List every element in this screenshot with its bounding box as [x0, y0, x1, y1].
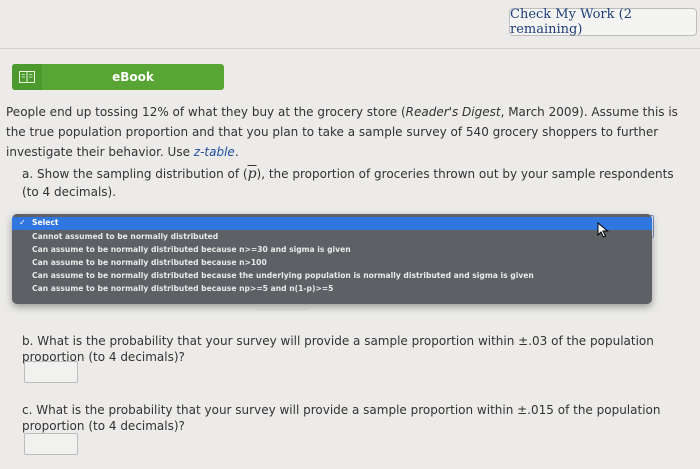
distribution-dropdown-menu[interactable]: ✓ Select Cannot assumed to be normally d… — [12, 214, 652, 304]
dropdown-option-label: Can assume to be normally distributed be… — [32, 258, 267, 267]
question-b-text: b. What is the probability that your sur… — [22, 334, 654, 364]
dropdown-option-label: Select — [32, 218, 59, 227]
checkmark-icon: ✓ — [19, 218, 26, 227]
check-my-work-label: Check My Work (2 remaining) — [510, 7, 632, 37]
intro-source: Reader's Digest — [405, 105, 501, 119]
question-a: a. Show the sampling distribution of (p)… — [22, 165, 682, 201]
mouse-cursor-icon — [597, 221, 609, 242]
hidden-field-edge — [256, 309, 308, 310]
dropdown-option-label: Can assume to be normally distributed be… — [32, 271, 534, 280]
book-icon — [12, 64, 42, 90]
dropdown-option[interactable]: Can assume to be normally distributed be… — [12, 257, 652, 269]
z-table-link[interactable]: z-table — [194, 145, 235, 159]
dropdown-option-label: Can assume to be normally distributed be… — [32, 245, 351, 254]
intro-text-1: People end up tossing 12% of what they b… — [6, 105, 406, 119]
check-my-work-button[interactable]: Check My Work (2 remaining) — [509, 7, 697, 37]
answer-c-input[interactable] — [24, 433, 78, 455]
question-b: b. What is the probability that your sur… — [22, 333, 696, 365]
ebook-label: eBook — [112, 70, 154, 84]
problem-statement: People end up tossing 12% of what they b… — [6, 102, 696, 162]
p-bar-symbol: p — [247, 166, 257, 182]
dropdown-option-select[interactable]: ✓ Select — [12, 217, 652, 230]
question-c-text: c. What is the probability that your sur… — [22, 403, 661, 433]
dropdown-option[interactable]: Can assume to be normally distributed be… — [12, 283, 652, 295]
dropdown-option-label: Can assume to be normally distributed be… — [32, 284, 334, 293]
question-c: c. What is the probability that your sur… — [22, 402, 696, 434]
dropdown-option[interactable]: Cannot assumed to be normally distribute… — [12, 231, 652, 243]
dropdown-option-label: Cannot assumed to be normally distribute… — [32, 232, 219, 241]
ebook-button[interactable]: eBook — [12, 64, 224, 90]
intro-text-3: . — [234, 145, 239, 159]
question-a-prefix: a. Show the sampling distribution of ( — [22, 167, 248, 181]
dropdown-option[interactable]: Can assume to be normally distributed be… — [12, 270, 652, 282]
answer-b-input[interactable] — [24, 361, 78, 383]
dropdown-option[interactable]: Can assume to be normally distributed be… — [12, 244, 652, 256]
header-divider — [0, 48, 700, 49]
